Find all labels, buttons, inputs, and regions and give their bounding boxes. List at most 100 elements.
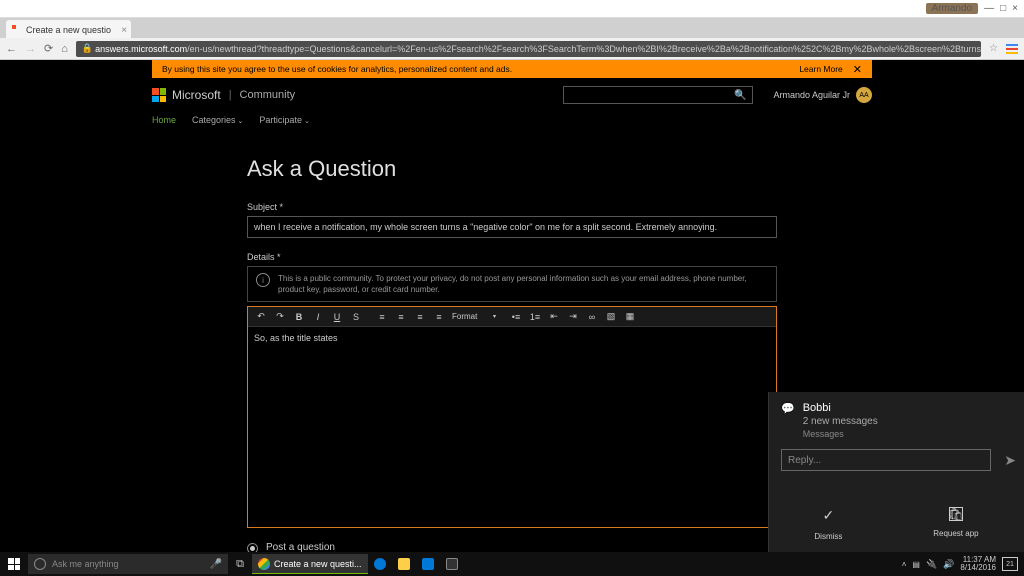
nav-participate[interactable]: Participate⌄: [259, 115, 309, 125]
user-name[interactable]: Armando Aguilar Jr: [773, 90, 850, 100]
post-type-radio[interactable]: Post a question Need help with a technic…: [247, 542, 777, 552]
favicon-icon: [12, 25, 22, 35]
edge-icon: [374, 558, 386, 570]
chrome-icon: [258, 558, 270, 570]
dismiss-button[interactable]: ✓ Dismiss: [814, 507, 842, 544]
tab-close-icon[interactable]: ×: [121, 25, 127, 36]
align-left-button[interactable]: ≡: [373, 309, 391, 325]
task-view-button[interactable]: ⧉: [228, 558, 252, 571]
toast-sender: Bobbi: [803, 402, 878, 414]
align-center-button[interactable]: ≡: [392, 309, 410, 325]
clock-date: 8/14/2016: [960, 564, 996, 572]
site-search-input[interactable]: 🔍: [563, 86, 753, 104]
rich-text-editor: ↶ ↷ B I U S ≡ ≡ ≡ ≡ Format▾ •≡ 1≡ ⇤ ⇥ ∞ …: [247, 306, 777, 528]
chevron-down-icon: ⌄: [304, 118, 310, 125]
privacy-warning-text: This is a public community. To protect y…: [278, 273, 768, 295]
cookie-close-icon[interactable]: ✕: [853, 63, 862, 76]
cortana-search-input[interactable]: Ask me anything 🎤: [28, 554, 228, 574]
editor-textarea[interactable]: So, as the title states: [248, 327, 776, 527]
taskbar-app-chrome[interactable]: Create a new questi...: [252, 554, 368, 574]
align-justify-button[interactable]: ≡: [430, 309, 448, 325]
taskbar-app-store[interactable]: [440, 554, 464, 574]
format-dropdown[interactable]: Format▾: [449, 312, 499, 321]
avatar[interactable]: AA: [856, 87, 872, 103]
page-title: Ask a Question: [247, 156, 777, 182]
outdent-button[interactable]: ⇤: [545, 309, 563, 325]
align-right-button[interactable]: ≡: [411, 309, 429, 325]
microsoft-wordmark: Microsoft: [172, 88, 221, 102]
bullet-list-button[interactable]: •≡: [507, 309, 525, 325]
nav-categories[interactable]: Categories⌄: [192, 115, 243, 125]
store-icon: 🛍: [949, 507, 963, 521]
microsoft-logo[interactable]: Microsoft: [152, 88, 221, 102]
profile-chip[interactable]: Armando: [926, 3, 979, 14]
home-button[interactable]: ⌂: [61, 43, 68, 55]
cookie-learn-more-link[interactable]: Learn More: [799, 64, 842, 74]
bookmark-star-icon[interactable]: ☆: [989, 43, 998, 54]
subject-input[interactable]: [247, 216, 777, 238]
check-icon: ✓: [814, 507, 842, 524]
search-icon: 🔍: [734, 90, 746, 101]
battery-icon[interactable]: 🔌: [926, 559, 937, 570]
radio-selected-icon: [247, 543, 258, 552]
table-button[interactable]: ▦: [621, 309, 639, 325]
taskbar-app-mail[interactable]: [416, 554, 440, 574]
bold-button[interactable]: B: [290, 309, 308, 325]
address-bar: ← → ⟳ ⌂ 🔒 answers.microsoft.com/en-us/ne…: [0, 38, 1024, 60]
send-icon[interactable]: ➤: [1004, 452, 1016, 469]
close-window-button[interactable]: ×: [1012, 3, 1018, 14]
url-input[interactable]: 🔒 answers.microsoft.com/en-us/newthread?…: [76, 41, 981, 57]
taskbar-app-explorer[interactable]: [392, 554, 416, 574]
back-button[interactable]: ←: [6, 43, 17, 55]
maximize-button[interactable]: □: [1000, 3, 1006, 14]
chevron-down-icon: ⌄: [238, 118, 244, 125]
number-list-button[interactable]: 1≡: [526, 309, 544, 325]
volume-icon[interactable]: 🔊: [943, 559, 954, 570]
url-path: /en-us/newthread?threadtype=Questions&ca…: [187, 44, 981, 54]
toast-app-name: Messages: [803, 429, 878, 439]
microphone-icon[interactable]: 🎤: [210, 559, 222, 570]
chevron-down-icon: ▾: [493, 313, 496, 320]
redo-button[interactable]: ↷: [271, 309, 289, 325]
header-divider: |: [229, 89, 232, 101]
indent-button[interactable]: ⇥: [564, 309, 582, 325]
privacy-warning: i This is a public community. To protect…: [247, 266, 777, 302]
subject-label: Subject *: [247, 202, 777, 212]
details-label: Details *: [247, 252, 777, 262]
browser-tab[interactable]: Create a new questio ×: [6, 20, 131, 38]
action-center-icon[interactable]: 21: [1002, 557, 1018, 571]
cortana-icon: [34, 558, 46, 570]
clock[interactable]: 11:37 AM 8/14/2016: [960, 556, 996, 572]
image-button[interactable]: ▧: [602, 309, 620, 325]
chat-bubble-icon: 💬: [781, 402, 795, 415]
windows-logo-icon: [8, 558, 20, 570]
network-icon[interactable]: ▤: [912, 560, 920, 569]
tab-strip: Create a new questio ×: [0, 18, 1024, 38]
cookie-banner: By using this site you agree to the use …: [152, 60, 872, 78]
chrome-menu-icon[interactable]: [1006, 44, 1018, 54]
undo-button[interactable]: ↶: [252, 309, 270, 325]
notification-toast: 💬 Bobbi 2 new messages Messages Reply...…: [768, 392, 1024, 552]
italic-button[interactable]: I: [309, 309, 327, 325]
url-host: answers.microsoft.com: [95, 44, 187, 54]
editor-toolbar: ↶ ↷ B I U S ≡ ≡ ≡ ≡ Format▾ •≡ 1≡ ⇤ ⇥ ∞ …: [248, 307, 776, 327]
nav-home[interactable]: Home: [152, 115, 176, 125]
info-icon: i: [256, 273, 270, 287]
start-button[interactable]: [0, 552, 28, 576]
minimize-button[interactable]: —: [984, 3, 994, 14]
site-nav: Home Categories⌄ Participate⌄: [152, 115, 872, 125]
ask-question-form: Ask a Question Subject * Details * i Thi…: [247, 150, 777, 552]
taskbar-app-edge[interactable]: [368, 554, 392, 574]
tab-title: Create a new questio: [26, 25, 111, 35]
request-app-button[interactable]: 🛍 Request app: [933, 507, 978, 544]
strike-button[interactable]: S: [347, 309, 365, 325]
forward-button: →: [25, 43, 36, 55]
toast-reply-input[interactable]: Reply...: [781, 449, 991, 471]
community-link[interactable]: Community: [240, 89, 296, 101]
taskbar: Ask me anything 🎤 ⧉ Create a new questi.…: [0, 552, 1024, 576]
system-tray: ˄ ▤ 🔌 🔊 11:37 AM 8/14/2016 21: [902, 556, 1024, 572]
tray-overflow-icon[interactable]: ˄: [902, 560, 907, 569]
underline-button[interactable]: U: [328, 309, 346, 325]
link-button[interactable]: ∞: [583, 309, 601, 325]
reload-button[interactable]: ⟳: [44, 42, 53, 55]
